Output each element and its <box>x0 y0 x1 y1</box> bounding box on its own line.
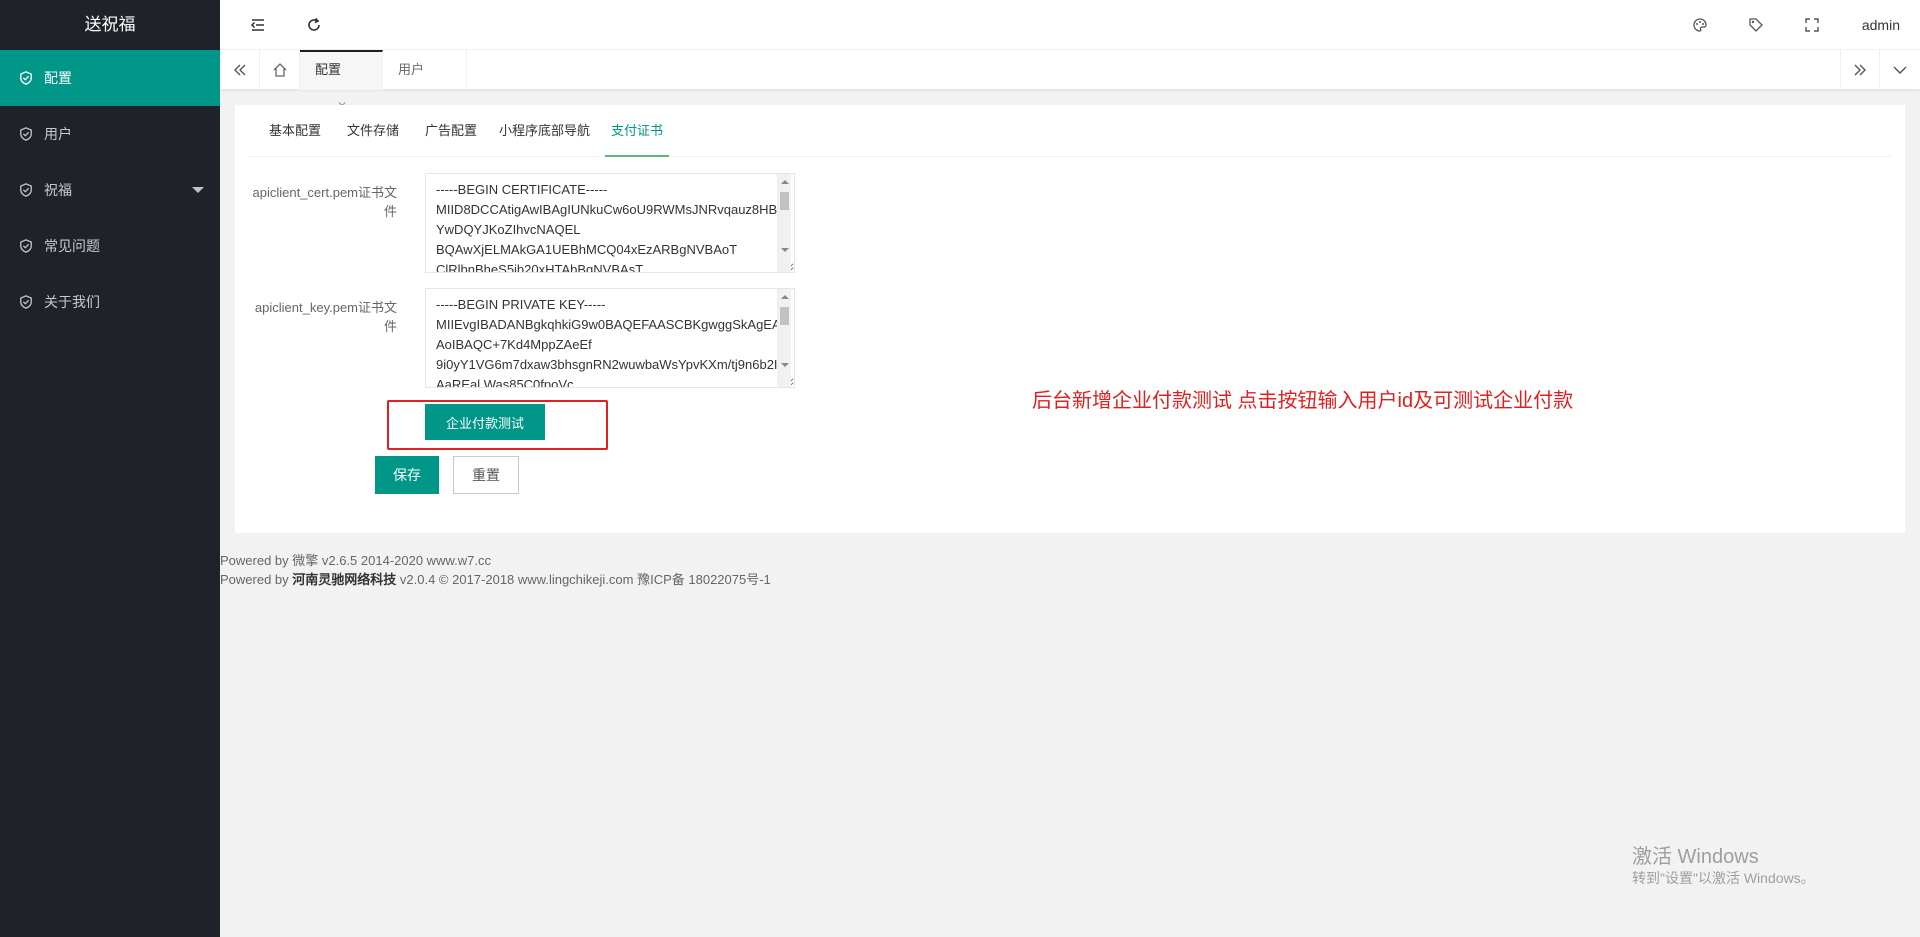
double-chevron-right-icon <box>1854 64 1866 76</box>
tab-label: 配置 <box>315 62 342 77</box>
tag-button[interactable] <box>1732 0 1780 50</box>
tab-config[interactable]: 配置✕ <box>300 50 383 113</box>
tabs-scroll-right-button[interactable] <box>1840 50 1880 90</box>
sidebar-item-users[interactable]: 用户 <box>0 106 220 162</box>
windows-watermark-subtitle: 转到"设置"以激活 Windows。 <box>1632 870 1815 886</box>
subtab-ads[interactable]: 广告配置 <box>425 105 477 157</box>
reset-button[interactable]: 重置 <box>453 456 519 494</box>
menu-fold-button[interactable] <box>234 0 282 50</box>
sidebar-item-config[interactable]: 配置 <box>0 50 220 106</box>
footer-prefix: Powered by <box>220 572 293 587</box>
palette-icon <box>1693 18 1707 32</box>
refresh-button[interactable] <box>290 0 338 50</box>
caret-down-icon[interactable] <box>192 187 204 193</box>
key-textarea[interactable] <box>425 288 795 388</box>
save-button[interactable]: 保存 <box>375 456 439 494</box>
sidebar-item-faq[interactable]: 常见问题 <box>0 218 220 274</box>
home-tab[interactable] <box>260 50 300 90</box>
tabs-scroll-left-button[interactable] <box>220 50 260 90</box>
key-label: apiclient_key.pem证书文件 <box>254 300 397 334</box>
refresh-icon <box>308 17 320 31</box>
cert-label: apiclient_cert.pem证书文件 <box>252 185 398 219</box>
double-chevron-left-icon <box>233 64 245 76</box>
tab-users[interactable]: 用户✕ <box>383 50 467 117</box>
sidebar-item-label: 配置 <box>44 70 72 86</box>
shield-check-icon <box>20 183 32 197</box>
sidebar: 送祝福 配置 用户 祝福 常见问题 关于我们 <box>0 0 220 937</box>
sidebar-item-label: 关于我们 <box>44 294 100 310</box>
footer-company: 河南灵驰网络科技 <box>292 572 397 587</box>
footer-line-2: Powered by 河南灵驰网络科技 v2.0.4 © 2017-2018 w… <box>220 569 771 588</box>
fullscreen-button[interactable] <box>1788 0 1836 50</box>
subtab-storage[interactable]: 文件存储 <box>347 105 399 157</box>
footer-line-1: Powered by 微擎 v2.6.5 2014-2020 www.w7.cc <box>220 553 491 568</box>
user-menu[interactable]: admin <box>1862 0 1900 50</box>
sidebar-item-blessing[interactable]: 祝福 <box>0 162 220 218</box>
subtab-basic[interactable]: 基本配置 <box>269 105 321 157</box>
chevron-down-icon <box>1893 66 1907 74</box>
shield-check-icon <box>20 239 32 253</box>
tab-label: 用户 <box>398 62 425 77</box>
highlight-box <box>387 400 608 450</box>
windows-watermark-title: 激活 Windows <box>1632 846 1759 868</box>
tabs-menu-button[interactable] <box>1880 50 1920 90</box>
shield-check-icon <box>20 127 32 141</box>
shield-check-icon <box>20 71 32 85</box>
subtab-payment-cert[interactable]: 支付证书 <box>605 105 669 157</box>
annotation-text: 后台新增企业付款测试 点击按钮输入用户id及可测试企业付款 <box>1032 390 1574 412</box>
config-subtabs: 基本配置 文件存储 广告配置 小程序底部导航 支付证书 <box>249 105 1891 157</box>
top-header: admin <box>220 0 1920 50</box>
cert-scrollbar[interactable] <box>777 174 791 272</box>
subtab-bottom-nav[interactable]: 小程序底部导航 <box>499 105 590 157</box>
fullscreen-icon <box>1805 18 1819 32</box>
key-scrollbar[interactable] <box>777 289 791 387</box>
cert-textarea[interactable] <box>425 173 795 273</box>
footer-suffix: v2.0.4 © 2017-2018 www.lingchikeji.com 豫… <box>396 572 771 587</box>
config-card: 基本配置 文件存储 广告配置 小程序底部导航 支付证书 apiclient_ce… <box>235 105 1905 533</box>
page-tabs-bar: 配置✕ 用户✕ <box>220 50 1920 117</box>
sidebar-item-about[interactable]: 关于我们 <box>0 274 220 330</box>
sidebar-item-label: 用户 <box>44 126 72 142</box>
menu-fold-icon <box>250 19 264 31</box>
theme-button[interactable] <box>1676 0 1724 50</box>
sidebar-item-label: 常见问题 <box>44 238 100 254</box>
tag-icon <box>1749 18 1763 32</box>
sidebar-item-label: 祝福 <box>44 182 72 198</box>
shield-check-icon <box>20 295 32 309</box>
app-logo: 送祝福 <box>0 0 220 50</box>
home-icon <box>273 63 286 77</box>
